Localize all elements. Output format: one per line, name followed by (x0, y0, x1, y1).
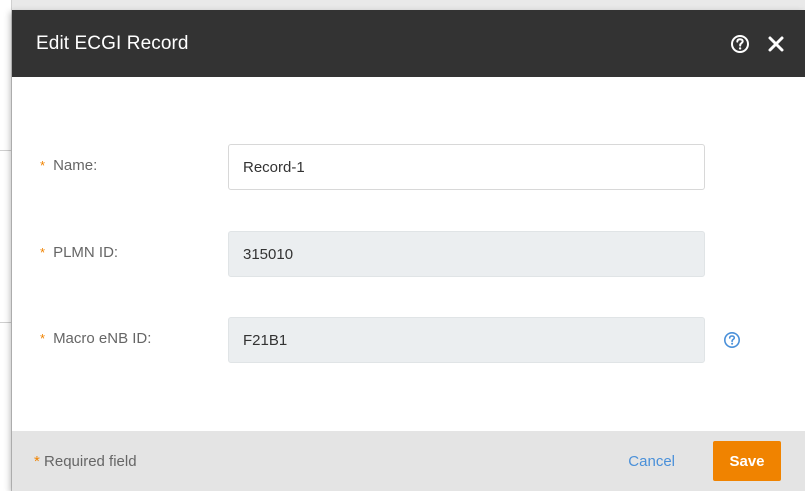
macro-enb-id-label: * Macro eNB ID: (40, 330, 151, 347)
required-field-note: * Required field (34, 453, 628, 470)
name-label: * Name: (40, 157, 97, 174)
required-marker: * (40, 245, 46, 260)
required-marker: * (40, 331, 46, 346)
required-field-text: Required field (44, 452, 137, 470)
background-divider (0, 322, 12, 323)
macro-enb-id-label-text: Macro eNB ID: (53, 330, 152, 347)
plmn-id-label: * PLMN ID: (40, 244, 118, 261)
form-row-name: * Name: (12, 144, 805, 190)
dialog-footer: * Required field Cancel Save (12, 431, 805, 491)
dialog-body: * Name: * PLMN ID: * Macro eNB ID: (12, 77, 805, 431)
name-input[interactable] (228, 144, 705, 190)
form-row-macro-enb-id: * Macro eNB ID: (12, 317, 805, 363)
form-row-plmn-id: * PLMN ID: (12, 231, 805, 277)
required-marker: * (34, 452, 40, 470)
close-icon[interactable] (763, 31, 789, 57)
edit-ecgi-record-dialog: Edit ECGI Record * Name: * PLMN ID: (12, 10, 805, 491)
dialog-title: Edit ECGI Record (36, 32, 189, 54)
plmn-id-input (228, 231, 705, 277)
help-icon[interactable] (727, 31, 753, 57)
required-marker: * (40, 158, 46, 173)
macro-enb-help-icon[interactable] (723, 331, 741, 349)
save-button[interactable]: Save (713, 441, 781, 481)
plmn-id-label-text: PLMN ID: (53, 244, 119, 261)
background-page (0, 0, 12, 491)
name-label-text: Name: (53, 157, 98, 174)
background-divider (0, 150, 12, 151)
cancel-button[interactable]: Cancel (628, 453, 675, 470)
macro-enb-id-input (228, 317, 705, 363)
dialog-header: Edit ECGI Record (12, 10, 805, 77)
